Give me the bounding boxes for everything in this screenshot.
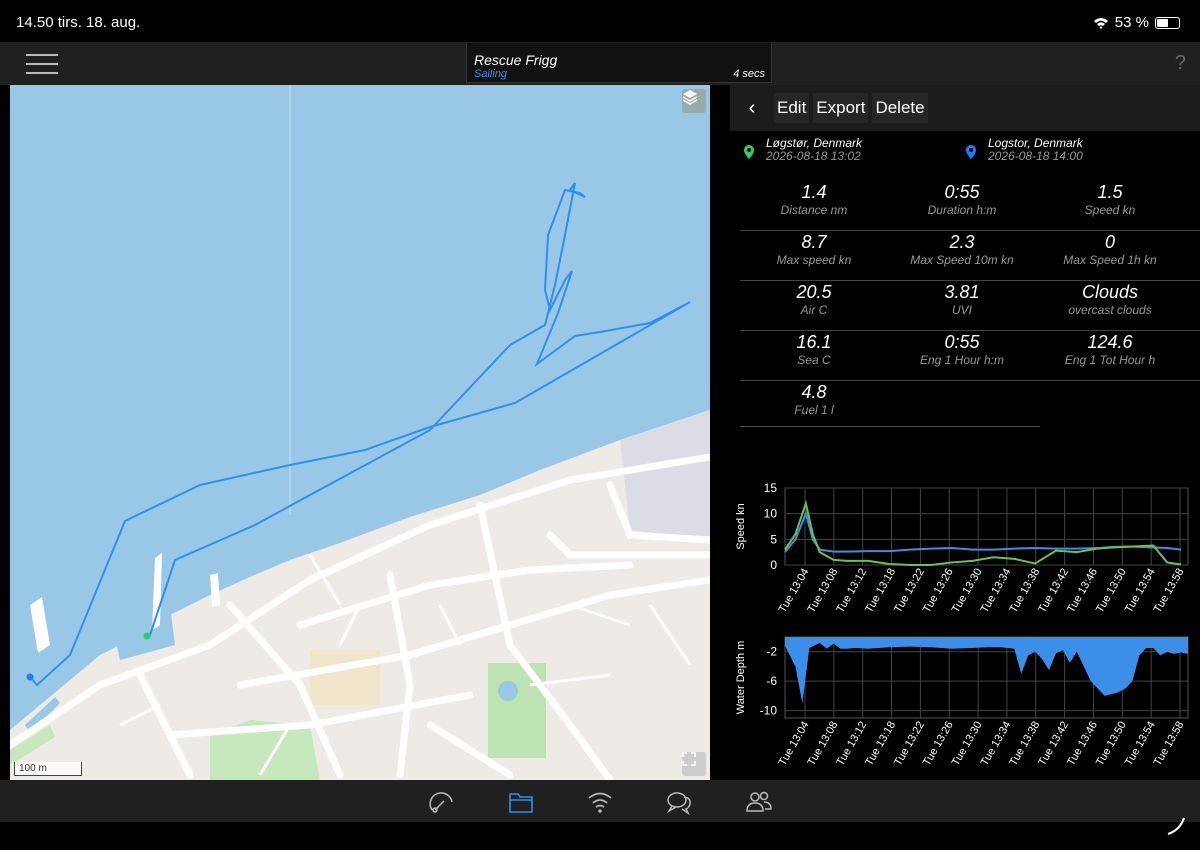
chat-icon[interactable]	[664, 788, 694, 816]
battery-percent: 53 %	[1114, 14, 1149, 31]
stat-max-speed-1h: 0 Max Speed 1h kn	[1063, 232, 1157, 267]
home-indicator	[0, 817, 1200, 850]
y-tick-label: -2	[766, 645, 777, 659]
wifi-status-icon	[1093, 17, 1108, 29]
end-marker	[26, 673, 34, 681]
y-axis-label: Water Depth m	[735, 641, 747, 715]
delete-button[interactable]: Delete	[872, 93, 928, 123]
trip-locations: Løgstør, Denmark 2026-08-18 13:02 Logstor…	[730, 137, 1200, 167]
map[interactable]: 100 m	[10, 85, 710, 780]
stat-speed: 1.5 Speed kn	[1084, 182, 1136, 217]
end-date: 2026-08-18 14:00	[988, 149, 1083, 163]
stat-air-temp: 20.5 Air C	[796, 282, 832, 317]
stat-distance: 1.4 Distance nm	[780, 182, 848, 217]
end-location: Logstor, Denmark 2026-08-18 14:00	[966, 137, 1083, 163]
export-button[interactable]: Export	[813, 93, 869, 123]
y-tick-label: -10	[760, 704, 778, 718]
update-interval: 4 secs	[733, 68, 765, 80]
trip-panel: ‹ Edit Export Delete Løgstør, Denmark 202…	[730, 85, 1200, 780]
back-button[interactable]: ‹	[730, 97, 774, 120]
top-bar: Rescue Frigg Sailing 4 secs ?	[0, 42, 1200, 85]
y-axis-label: Speed kn	[735, 503, 747, 549]
chart-frame	[784, 487, 1189, 566]
start-location: Løgstør, Denmark 2026-08-18 13:02	[744, 137, 862, 163]
stat-duration: 0:55 Duration h:m	[927, 182, 997, 217]
wifi-icon[interactable]	[585, 788, 615, 816]
y-tick-label: 15	[764, 481, 778, 495]
stat-row: 20.5 Air C 3.81 UVI Clouds overcast clouds	[740, 281, 1200, 331]
stat-row: 8.7 Max speed kn 2.3 Max Speed 10m kn 0 Max…	[740, 231, 1200, 281]
stat-engine-total: 124.6 Eng 1 Tot Hour h	[1064, 332, 1156, 367]
end-pin-icon	[966, 145, 976, 159]
stat-fuel: 4.8 Fuel 1 l	[794, 382, 834, 417]
folder-icon[interactable]	[506, 788, 536, 816]
stat-engine-hours: 0:55 Eng 1 Hour h:m	[919, 332, 1005, 367]
boat-name: Rescue Frigg	[474, 52, 558, 68]
stat-row: 4.8 Fuel 1 l	[740, 381, 1200, 431]
start-pin-icon	[744, 145, 754, 159]
battery-icon	[1155, 16, 1180, 29]
edit-button[interactable]: Edit	[774, 93, 810, 123]
people-icon[interactable]	[744, 788, 774, 816]
status-time: 14.50 tirs. 18. aug.	[16, 14, 141, 31]
trip-stats: 1.4 Distance nm 0:55 Duration h:m 1.5 Speed…	[740, 181, 1200, 431]
y-tick-label: 0	[770, 558, 777, 572]
y-tick-label: 5	[770, 532, 777, 546]
y-tick-label: -6	[766, 674, 777, 688]
gauge-icon[interactable]	[427, 788, 457, 816]
stat-row: 1.4 Distance nm 0:55 Duration h:m 1.5 Speed…	[740, 181, 1200, 231]
trip-toolbar: ‹ Edit Export Delete	[730, 85, 1200, 131]
start-marker	[143, 632, 151, 640]
map-scale: 100 m	[14, 762, 82, 776]
boat-mode: Sailing	[474, 68, 508, 80]
status-bar: 14.50 tirs. 18. aug. 53 %	[0, 0, 1200, 42]
help-button[interactable]: ?	[1175, 52, 1186, 75]
depth-chart: Tue 13:04 Tue 13:08 Tue 13:12 Tue 13:18 Tue …	[730, 633, 1200, 780]
stat-max-speed-10m: 2.3 Max Speed 10m kn	[910, 232, 1014, 267]
menu-icon[interactable]	[26, 54, 58, 74]
stat-sea-temp: 16.1 Sea C	[796, 332, 832, 367]
y-tick-label: 10	[764, 507, 778, 521]
speed-chart: Tue 13:04 Tue 13:08 Tue 13:12 Tue 13:18 Tue …	[730, 478, 1200, 630]
stat-uvi: 3.81 UVI	[944, 282, 980, 317]
start-date: 2026-08-18 13:02	[766, 149, 861, 163]
boat-title-box[interactable]: Rescue Frigg Sailing 4 secs	[466, 43, 772, 83]
stat-max-speed: 8.7 Max speed kn	[776, 232, 852, 267]
stat-weather: Clouds overcast clouds	[1068, 282, 1152, 317]
stat-row: 16.1 Sea C 0:55 Eng 1 Hour h:m 124.6 Eng 1 …	[740, 331, 1200, 381]
bottom-tab-bar	[0, 780, 1200, 822]
layers-icon[interactable]	[682, 89, 706, 113]
fullscreen-icon[interactable]	[682, 752, 706, 776]
loading-indicator-icon	[1167, 817, 1185, 835]
stats-divider	[740, 426, 1040, 427]
map-canvas	[10, 85, 710, 780]
status-right: 53 %	[1093, 14, 1180, 31]
